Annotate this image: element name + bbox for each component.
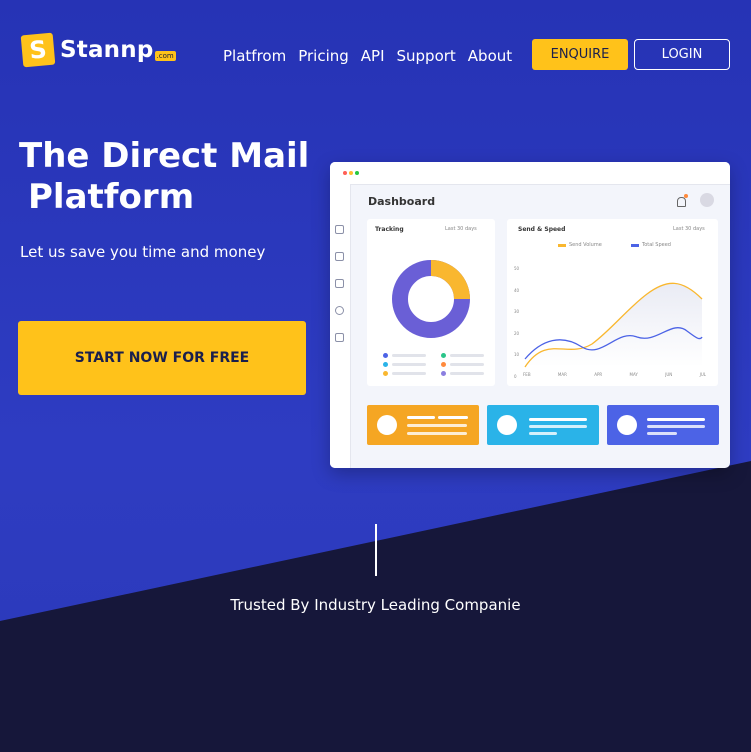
- logo-domain-suffix: .com: [154, 51, 176, 61]
- notification-dot: [684, 194, 688, 198]
- start-now-button[interactable]: START NOW FOR FREE: [18, 321, 306, 395]
- x-tick: APR: [594, 372, 603, 377]
- nav-support[interactable]: Support: [397, 47, 456, 65]
- legend-dot-yellow: [383, 371, 388, 376]
- legend-line: [392, 363, 426, 366]
- tile-line: [647, 425, 705, 428]
- dashboard-sidebar: [330, 184, 351, 468]
- dashboard-title: Dashboard: [368, 195, 436, 208]
- enquire-button[interactable]: ENQUIRE: [532, 39, 628, 70]
- stat-tile-cyan: [487, 405, 599, 445]
- tile-line: [407, 432, 467, 435]
- tracking-donut-chart: [392, 260, 470, 338]
- tile-line: [529, 418, 587, 421]
- x-tick: JUL: [699, 372, 706, 377]
- window-titlebar: [330, 162, 730, 185]
- bar-chart-icon: [335, 279, 344, 288]
- document-icon: [335, 333, 344, 342]
- legend-line: [450, 372, 484, 375]
- main-nav: Platfrom Pricing API Support About: [223, 47, 512, 65]
- hero-title: The Direct Mail Platform: [19, 136, 319, 218]
- logo-mark: S: [20, 32, 56, 68]
- x-axis-ticks: FEB MAR APR MAY JUN JUL: [523, 372, 706, 377]
- bell-icon: [677, 197, 686, 207]
- section-divider: [375, 524, 377, 576]
- x-tick: MAR: [557, 372, 567, 377]
- legend-dot-purple: [441, 371, 446, 376]
- user-avatar-icon: [377, 415, 397, 435]
- legend-line: [392, 372, 426, 375]
- list-icon: [335, 252, 344, 261]
- megaphone-icon: [617, 415, 637, 435]
- trusted-heading: Trusted By Industry Leading Companie: [230, 596, 521, 614]
- nav-about[interactable]: About: [468, 47, 512, 65]
- stannp-logo[interactable]: S Stannp .com: [20, 32, 176, 68]
- login-button[interactable]: LOGIN: [634, 39, 730, 70]
- pie-chart-icon: [335, 306, 344, 315]
- legend-line: [450, 363, 484, 366]
- tracking-card: Tracking Last 30 days: [367, 219, 495, 386]
- dashboard-illustration: Dashboard Tracking Last 30 days Send & S…: [330, 162, 730, 468]
- x-tick: MAY: [629, 372, 638, 377]
- hero-title-line2: Platform: [28, 177, 195, 217]
- legend-line: [392, 354, 426, 357]
- tile-line: [407, 416, 435, 419]
- legend-dot-blue: [383, 353, 388, 358]
- home-icon: [335, 225, 344, 234]
- send-speed-card: Send & Speed Last 30 days Send Volume To…: [507, 219, 718, 386]
- stat-tile-blue: [607, 405, 719, 445]
- x-tick: JUN: [665, 372, 673, 377]
- logo-text: Stannp: [60, 37, 154, 63]
- stat-tile-orange: [367, 405, 479, 445]
- tile-line: [529, 432, 557, 435]
- nav-pricing[interactable]: Pricing: [298, 47, 349, 65]
- tile-line: [647, 432, 677, 435]
- tile-line: [438, 416, 468, 419]
- tile-line: [529, 425, 587, 428]
- send-speed-line-chart: [524, 282, 703, 368]
- legend-dot-green: [441, 353, 446, 358]
- avatar: [700, 193, 714, 207]
- legend-dot-orange: [441, 362, 446, 367]
- window-dot-yellow: [349, 171, 353, 175]
- window-dot-red: [343, 171, 347, 175]
- tile-line: [407, 424, 467, 427]
- tile-line: [647, 418, 705, 421]
- donut-highlight-segment: [430, 260, 470, 300]
- hero-title-line1: The Direct Mail: [19, 136, 310, 176]
- legend-dot-cyan: [383, 362, 388, 367]
- nav-api[interactable]: API: [361, 47, 385, 65]
- x-tick: FEB: [523, 372, 531, 377]
- legend-line: [450, 354, 484, 357]
- nav-platform[interactable]: Platfrom: [223, 47, 286, 65]
- window-dot-green: [355, 171, 359, 175]
- dollar-icon: [497, 415, 517, 435]
- hero-subtitle: Let us save you time and money: [20, 243, 266, 261]
